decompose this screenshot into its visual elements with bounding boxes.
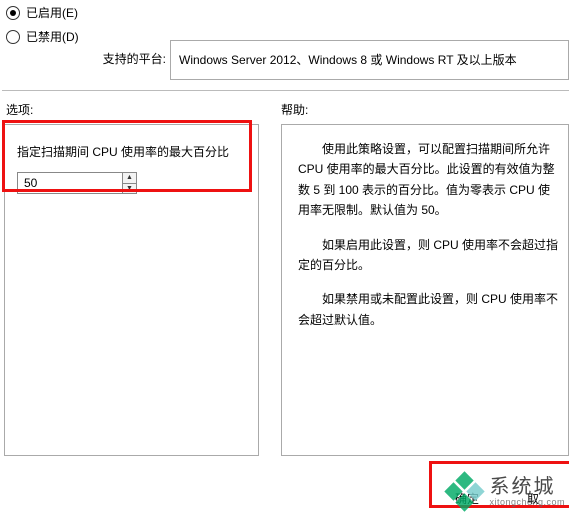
help-panel: 使用此策略设置，可以配置扫描期间所允许 CPU 使用率的最大百分比。此设置的有效… (281, 124, 569, 456)
radio-enabled[interactable]: 已启用(E) (6, 4, 78, 21)
divider (2, 90, 569, 91)
cpu-max-percent-spinner[interactable]: ▲ ▼ (17, 172, 137, 194)
supported-platforms-label: 支持的平台: (103, 50, 166, 67)
help-paragraph-1: 使用此策略设置，可以配置扫描期间所允许 CPU 使用率的最大百分比。此设置的有效… (298, 139, 560, 221)
dialog-buttons: 确定 取 (455, 490, 539, 507)
cancel-button[interactable]: 取 (527, 490, 539, 507)
radio-disabled-circle (6, 30, 20, 44)
radio-disabled[interactable]: 已禁用(D) (6, 28, 79, 45)
help-paragraph-3: 如果禁用或未配置此设置，则 CPU 使用率不会超过默认值。 (298, 289, 560, 330)
cpu-max-percent-label: 指定扫描期间 CPU 使用率的最大百分比 (17, 143, 248, 160)
options-panel: 指定扫描期间 CPU 使用率的最大百分比 ▲ ▼ (4, 124, 259, 456)
spinner-buttons: ▲ ▼ (122, 173, 136, 193)
spinner-up-icon[interactable]: ▲ (123, 173, 136, 184)
supported-platforms-box: Windows Server 2012、Windows 8 或 Windows … (170, 40, 569, 80)
radio-enabled-circle (6, 6, 20, 20)
options-section-label: 选项: (6, 101, 33, 118)
spinner-down-icon[interactable]: ▼ (123, 184, 136, 194)
radio-enabled-label: 已启用(E) (26, 4, 78, 21)
supported-platforms-value: Windows Server 2012、Windows 8 或 Windows … (179, 53, 517, 67)
ok-button[interactable]: 确定 (455, 490, 479, 507)
radio-disabled-label: 已禁用(D) (26, 28, 79, 45)
help-section-label: 帮助: (281, 101, 308, 118)
cpu-max-percent-input[interactable] (18, 173, 122, 193)
help-paragraph-2: 如果启用此设置，则 CPU 使用率不会超过指定的百分比。 (298, 235, 560, 276)
